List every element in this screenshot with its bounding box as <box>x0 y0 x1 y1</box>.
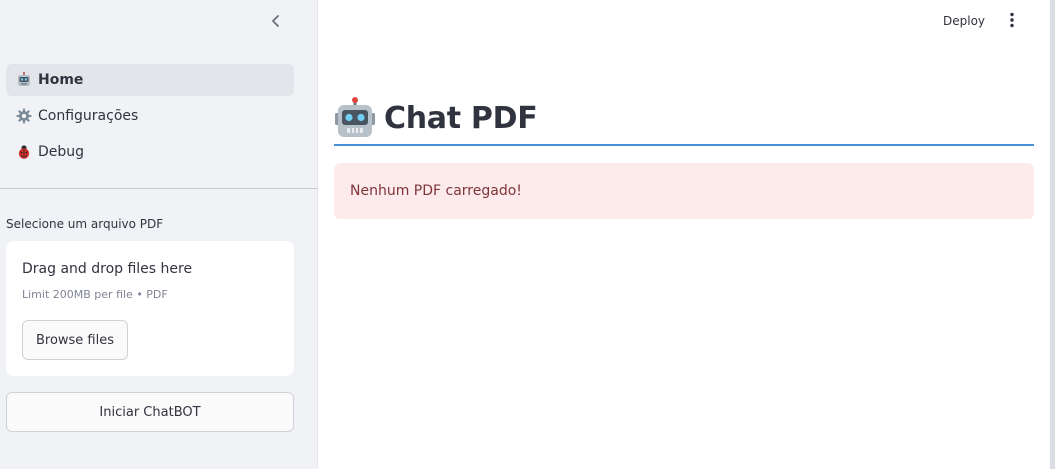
robot-icon <box>335 97 375 137</box>
sidebar-item-label: Configurações <box>38 108 139 124</box>
dropzone-title: Drag and drop files here <box>22 261 193 277</box>
sidebar-item-label: Debug <box>38 144 85 160</box>
error-alert: Nenhum PDF carregado! <box>334 163 1034 219</box>
alert-text: Nenhum PDF carregado! <box>350 183 522 199</box>
sidebar-item-debug[interactable]: Debug <box>6 136 294 168</box>
gear-icon <box>15 107 33 125</box>
dropzone-hint: Limit 200MB per file • PDF <box>22 288 168 301</box>
sidebar-nav: Home Configurações Debug <box>6 64 294 172</box>
sidebar-item-configuracoes[interactable]: Configurações <box>6 100 294 132</box>
title-divider <box>334 144 1034 146</box>
sidebar-divider <box>0 188 318 189</box>
ladybug-icon <box>15 143 33 161</box>
main-menu-button[interactable] <box>1002 9 1022 31</box>
page-header: Chat PDF <box>334 97 538 139</box>
browse-files-button[interactable]: Browse files <box>22 320 128 360</box>
start-chatbot-button[interactable]: Iniciar ChatBOT <box>6 392 294 432</box>
collapse-sidebar-button[interactable] <box>266 11 286 31</box>
sidebar: Home Configurações Debug Selecione um ar… <box>0 0 318 469</box>
kebab-menu-icon <box>1010 12 1014 28</box>
robot-icon <box>15 71 33 89</box>
scrollbar[interactable] <box>1050 0 1055 469</box>
file-uploader-label: Selecione um arquivo PDF <box>6 217 164 231</box>
sidebar-item-label: Home <box>38 72 84 88</box>
sidebar-item-home[interactable]: Home <box>6 64 294 96</box>
file-dropzone[interactable]: Drag and drop files here Limit 200MB per… <box>6 241 294 376</box>
page-title: Chat PDF <box>384 100 538 136</box>
chevron-left-icon <box>272 15 279 27</box>
deploy-button[interactable]: Deploy <box>935 9 993 33</box>
